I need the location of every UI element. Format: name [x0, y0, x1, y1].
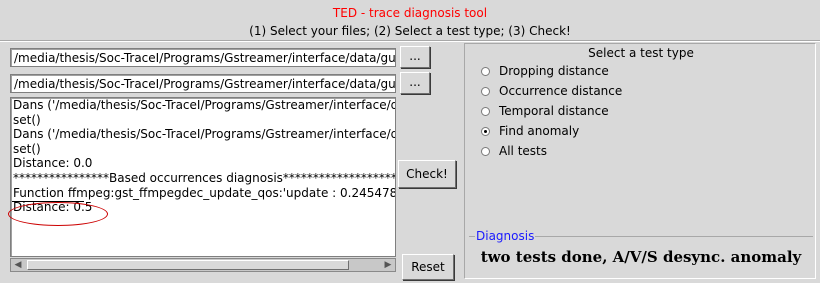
output-line: Distance: 0.0 — [13, 156, 93, 171]
scroll-right-arrow-icon[interactable]: ▶ — [381, 259, 395, 271]
radio-occurrence-distance[interactable]: Occurrence distance — [481, 83, 622, 99]
file2-browse-button[interactable]: ... — [400, 72, 430, 94]
radio-label: Temporal distance — [499, 104, 609, 118]
header-divider — [0, 40, 820, 42]
radio-label: Find anomaly — [499, 124, 580, 138]
diagnosis-result: two tests done, A/V/S desync. anomaly — [480, 248, 802, 266]
reset-button[interactable]: Reset — [402, 254, 454, 280]
output-line: ****************Based occurrences diagno… — [13, 170, 396, 185]
file1-browse-button[interactable]: ... — [400, 46, 430, 68]
radio-find-anomaly[interactable]: Find anomaly — [481, 123, 579, 139]
radio-button-icon[interactable] — [481, 126, 490, 136]
highlight-ellipse — [8, 202, 108, 226]
output-line: Dans ('/media/thesis/Soc-TraceI/Programs… — [13, 127, 396, 142]
scrollbar-thumb[interactable] — [27, 260, 349, 270]
output-line: set() — [13, 112, 41, 127]
output-line: set() — [13, 141, 41, 156]
radio-temporal-distance[interactable]: Temporal distance — [481, 103, 609, 119]
radio-button-icon[interactable] — [481, 66, 490, 76]
instructions-text: (1) Select your files; (2) Select a test… — [249, 24, 571, 38]
check-button[interactable]: Check! — [398, 160, 456, 188]
test-type-panel: Select a test type Dropping distance Occ… — [464, 43, 816, 279]
radio-label: All tests — [499, 144, 547, 158]
output-line: Dans ('/media/thesis/Soc-TraceI/Programs… — [13, 98, 396, 112]
test-type-heading: Select a test type — [588, 46, 694, 60]
diagnosis-label: Diagnosis — [475, 229, 536, 243]
radio-button-icon[interactable] — [481, 106, 490, 116]
output-line: Function ffmpeg:gst_ffmpegdec_update_qos… — [13, 185, 396, 200]
diagnosis-frame: Diagnosis two tests done, A/V/S desync. … — [469, 229, 813, 276]
scroll-left-arrow-icon[interactable]: ◀ — [11, 259, 25, 271]
radio-label: Occurrence distance — [499, 84, 623, 98]
radio-button-icon[interactable] — [481, 86, 490, 96]
file2-path-input[interactable]: /media/thesis/Soc-TraceI/Programs/Gstrea… — [10, 74, 396, 93]
output-horizontal-scrollbar[interactable]: ◀ ▶ — [10, 258, 396, 272]
radio-dropping-distance[interactable]: Dropping distance — [481, 63, 609, 79]
radio-all-tests[interactable]: All tests — [481, 143, 547, 159]
file1-path-input[interactable]: /media/thesis/Soc-TraceI/Programs/Gstrea… — [10, 48, 396, 67]
radio-label: Dropping distance — [499, 64, 609, 78]
window-title: TED - trace diagnosis tool — [332, 6, 488, 20]
output-text-area[interactable]: Dans ('/media/thesis/Soc-TraceI/Programs… — [10, 97, 396, 257]
radio-button-icon[interactable] — [481, 146, 490, 156]
